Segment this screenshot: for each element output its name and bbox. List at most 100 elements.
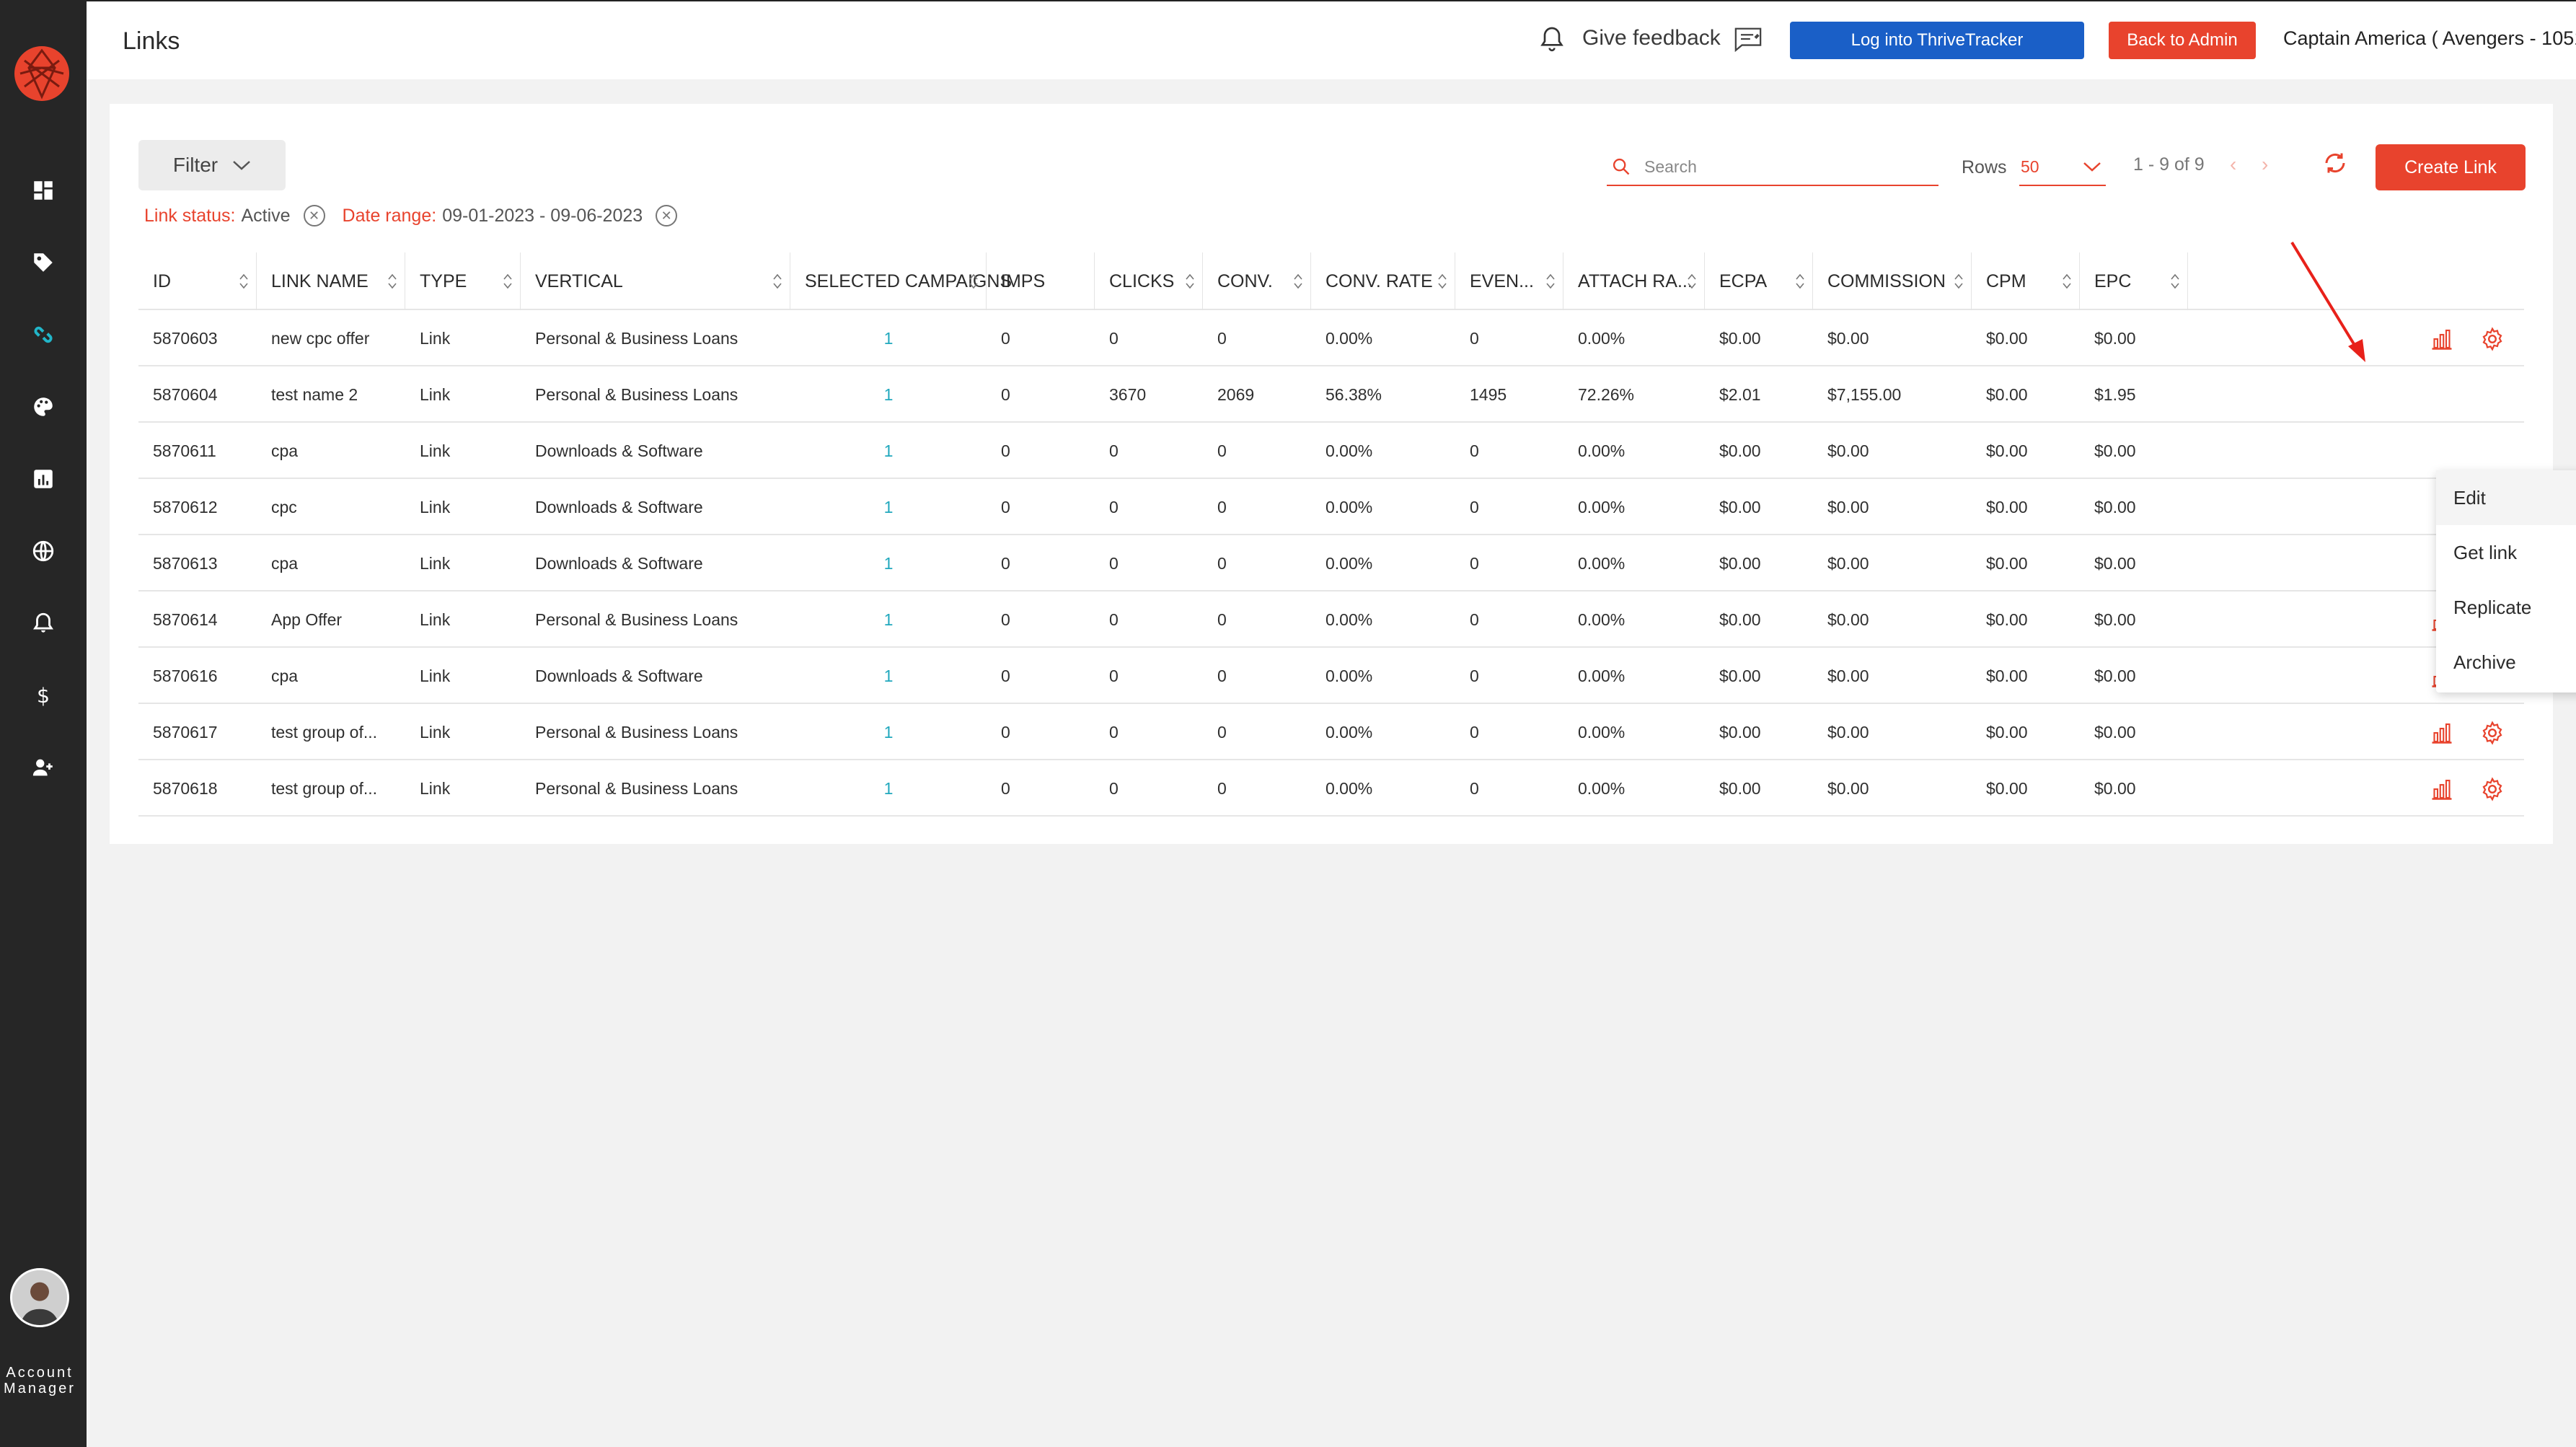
cell-link-name: test group of... bbox=[271, 722, 378, 742]
clear-status-icon[interactable]: ✕ bbox=[303, 205, 325, 226]
table-row[interactable]: 5870604 test name 2 Link Personal & Busines… bbox=[138, 366, 2524, 423]
table-row[interactable]: 5870616 cpa Link Downloads & Software 1 0 0 0 0.… bbox=[138, 648, 2524, 704]
cell-selected-campaigns[interactable]: 1 bbox=[790, 648, 987, 704]
sort-icon[interactable] bbox=[1545, 273, 1556, 290]
cell-selected-campaigns[interactable]: 1 bbox=[790, 704, 987, 760]
column-header-cpm[interactable]: CPM bbox=[1972, 252, 2080, 310]
gear-icon[interactable] bbox=[2479, 776, 2505, 802]
sort-icon[interactable] bbox=[2170, 273, 2180, 290]
create-link-button[interactable]: Create Link bbox=[2376, 144, 2526, 190]
sort-icon[interactable] bbox=[1795, 273, 1805, 290]
column-header-label: IMPS bbox=[1001, 271, 1046, 291]
give-feedback-link[interactable]: Give feedback bbox=[1582, 26, 1721, 50]
cell-ecpa: $0.00 bbox=[1719, 722, 1761, 742]
bell-icon[interactable] bbox=[1538, 25, 1566, 53]
sort-icon[interactable] bbox=[503, 273, 513, 290]
menu-item-archive[interactable]: Archive bbox=[2436, 635, 2576, 690]
menu-item-get-link[interactable]: Get link bbox=[2436, 525, 2576, 580]
cell-cpm: $0.00 bbox=[1986, 610, 2028, 629]
cell-selected-campaigns[interactable]: 1 bbox=[790, 310, 987, 366]
rows-per-page-select[interactable]: 50 bbox=[2019, 149, 2106, 186]
cell-events: 0 bbox=[1470, 666, 1479, 685]
column-header-events[interactable]: EVEN... bbox=[1455, 252, 1563, 310]
sort-icon[interactable] bbox=[1954, 273, 1964, 290]
column-header-clicks[interactable]: CLICKS bbox=[1095, 252, 1203, 310]
nav-links[interactable] bbox=[0, 306, 87, 364]
column-header-vertical[interactable]: VERTICAL bbox=[521, 252, 790, 310]
cell-selected-campaigns[interactable]: 1 bbox=[790, 366, 987, 423]
sort-icon[interactable] bbox=[969, 273, 979, 290]
nav-billing[interactable]: $ bbox=[0, 667, 87, 724]
back-to-admin-button[interactable]: Back to Admin bbox=[2109, 22, 2256, 59]
logo[interactable] bbox=[14, 46, 69, 101]
column-header-attach-rate[interactable]: ATTACH RA... bbox=[1563, 252, 1705, 310]
gear-icon[interactable] bbox=[2479, 326, 2505, 352]
table-row[interactable]: 5870611 cpa Link Downloads & Software 1 0 0 0 0.… bbox=[138, 423, 2524, 479]
column-header-imps[interactable]: IMPS bbox=[987, 252, 1095, 310]
table-row[interactable]: 5870613 cpa Link Downloads & Software 1 0 0 0 0.… bbox=[138, 535, 2524, 591]
table-row[interactable]: 5870612 cpc Link Downloads & Software 1 0 0 0 0.… bbox=[138, 479, 2524, 535]
table-row[interactable]: 5870614 App Offer Link Personal & Business … bbox=[138, 591, 2524, 648]
nav-creatives[interactable] bbox=[0, 378, 87, 436]
sort-icon[interactable] bbox=[772, 273, 782, 290]
nav-users[interactable] bbox=[0, 739, 87, 796]
sort-icon[interactable] bbox=[387, 273, 397, 290]
stats-icon[interactable] bbox=[2429, 776, 2455, 802]
cell-id: 5870616 bbox=[153, 666, 218, 685]
search-input[interactable] bbox=[1644, 157, 1918, 177]
menu-item-edit[interactable]: Edit bbox=[2436, 470, 2576, 525]
column-header-selected-campaigns[interactable]: SELECTED CAMPAIGNS bbox=[790, 252, 1012, 310]
column-header-label: VERTICAL bbox=[535, 271, 623, 291]
cell-events: 0 bbox=[1470, 328, 1479, 348]
feedback-icon[interactable] bbox=[1734, 26, 1763, 52]
cell-selected-campaigns[interactable]: 1 bbox=[790, 535, 987, 591]
nav-notifications[interactable] bbox=[0, 594, 87, 652]
column-header-type[interactable]: TYPE bbox=[405, 252, 521, 310]
sort-icon[interactable] bbox=[2062, 273, 2072, 290]
user-account-label[interactable]: Captain America ( Avengers - 105182 ) bbox=[2283, 27, 2576, 50]
cell-vertical: Downloads & Software bbox=[535, 553, 703, 573]
nav-dashboard[interactable] bbox=[0, 162, 87, 219]
cell-conv: 0 bbox=[1217, 666, 1227, 685]
cell-conv-rate: 0.00% bbox=[1326, 778, 1373, 798]
column-header-epc[interactable]: EPC bbox=[2080, 252, 2188, 310]
gear-icon[interactable] bbox=[2479, 720, 2505, 746]
sort-icon[interactable] bbox=[1437, 273, 1447, 290]
next-page-icon[interactable]: › bbox=[2262, 153, 2268, 176]
nav-offers[interactable] bbox=[0, 234, 87, 291]
filter-button[interactable]: Filter bbox=[138, 140, 286, 190]
cell-selected-campaigns[interactable]: 1 bbox=[790, 479, 987, 535]
column-header-conv-rate[interactable]: CONV. RATE bbox=[1311, 252, 1455, 310]
table-row[interactable]: 5870617 test group of... Link Personal & Bu… bbox=[138, 704, 2524, 760]
cell-id: 5870603 bbox=[153, 328, 218, 348]
previous-page-icon[interactable]: ‹ bbox=[2230, 153, 2236, 176]
avatar[interactable] bbox=[10, 1268, 69, 1327]
sort-icon[interactable] bbox=[1293, 273, 1303, 290]
table-row[interactable]: 5870603 new cpc offer Link Personal & Busin… bbox=[138, 310, 2524, 366]
stats-icon[interactable] bbox=[2429, 326, 2455, 352]
cell-commission: $0.00 bbox=[1827, 328, 1869, 348]
sort-icon[interactable] bbox=[239, 273, 249, 290]
column-header-conv[interactable]: CONV. bbox=[1203, 252, 1311, 310]
sort-icon[interactable] bbox=[1687, 273, 1697, 290]
column-header-ecpa[interactable]: ECPA bbox=[1705, 252, 1813, 310]
column-header-id[interactable]: ID bbox=[138, 252, 257, 310]
clear-date-icon[interactable]: ✕ bbox=[656, 205, 678, 226]
refresh-icon[interactable] bbox=[2322, 150, 2348, 176]
menu-item-replicate[interactable]: Replicate bbox=[2436, 580, 2576, 635]
cell-selected-campaigns[interactable]: 1 bbox=[790, 591, 987, 648]
search-box[interactable] bbox=[1607, 149, 1938, 186]
cell-selected-campaigns[interactable]: 1 bbox=[790, 423, 987, 479]
column-header-link-name[interactable]: LINK NAME bbox=[257, 252, 405, 310]
cell-selected-campaigns[interactable]: 1 bbox=[790, 760, 987, 817]
nav-reports[interactable] bbox=[0, 450, 87, 508]
table-row[interactable]: 5870618 test group of... Link Personal & Bu… bbox=[138, 760, 2524, 817]
stats-icon[interactable] bbox=[2429, 720, 2455, 746]
log-into-thrivetracker-button[interactable]: Log into ThriveTracker bbox=[1790, 22, 2084, 59]
nav-global[interactable] bbox=[0, 522, 87, 580]
sort-icon[interactable] bbox=[1185, 273, 1195, 290]
search-icon bbox=[1613, 158, 1630, 175]
cell-vertical: Personal & Business Loans bbox=[535, 328, 738, 348]
column-header-commission[interactable]: COMMISSION bbox=[1813, 252, 1972, 310]
column-header-label: TYPE bbox=[420, 271, 467, 291]
